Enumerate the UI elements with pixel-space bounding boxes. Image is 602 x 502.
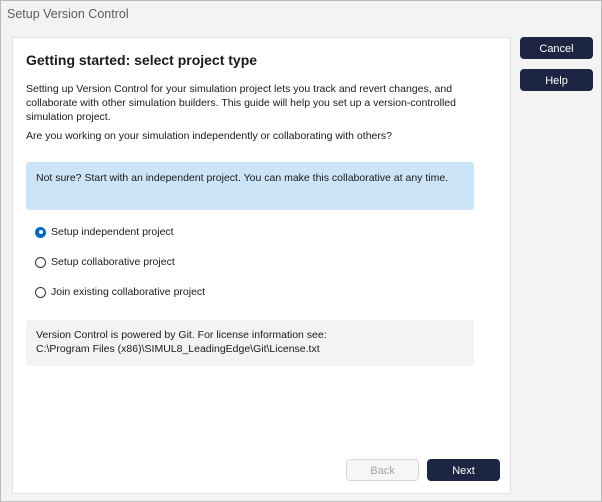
radio-selected-icon[interactable] — [35, 226, 46, 238]
option-label: Setup independent project — [51, 226, 174, 238]
wizard-panel: Getting started: select project type Set… — [12, 37, 511, 494]
description-text: Setting up Version Control for your simu… — [26, 82, 496, 124]
option-label: Join existing collaborative project — [51, 286, 206, 298]
description-line: collaborate with other simulation builde… — [26, 97, 456, 109]
back-button[interactable]: Back — [346, 459, 419, 481]
page-title: Getting started: select project type — [26, 52, 258, 68]
cancel-button[interactable]: Cancel — [520, 37, 593, 59]
window-title: Setup Version Control — [7, 7, 129, 21]
setup-version-control-window: Setup Version Control Getting started: s… — [0, 0, 602, 502]
description-line: Setting up Version Control for your simu… — [26, 83, 453, 95]
option-join-existing-project[interactable]: Join existing collaborative project — [35, 283, 205, 301]
next-button[interactable]: Next — [427, 459, 500, 481]
license-path: C:\Program Files (x86)\SIMUL8_LeadingEdg… — [36, 343, 320, 355]
license-text: Version Control is powered by Git. For l… — [36, 329, 327, 341]
help-button[interactable]: Help — [520, 69, 593, 91]
description-line: simulation project. — [26, 111, 111, 123]
license-info-box: Version Control is powered by Git. For l… — [26, 320, 474, 366]
option-collaborative-project[interactable]: Setup collaborative project — [35, 253, 175, 271]
radio-unselected-icon[interactable] — [35, 256, 46, 268]
question-text: Are you working on your simulation indep… — [26, 130, 392, 142]
option-label: Setup collaborative project — [51, 256, 175, 268]
hint-text: Not sure? Start with an independent proj… — [36, 172, 449, 184]
title-bar: Setup Version Control — [1, 1, 601, 27]
radio-unselected-icon[interactable] — [35, 286, 46, 298]
hint-box: Not sure? Start with an independent proj… — [26, 162, 474, 210]
option-independent-project[interactable]: Setup independent project — [35, 223, 174, 241]
